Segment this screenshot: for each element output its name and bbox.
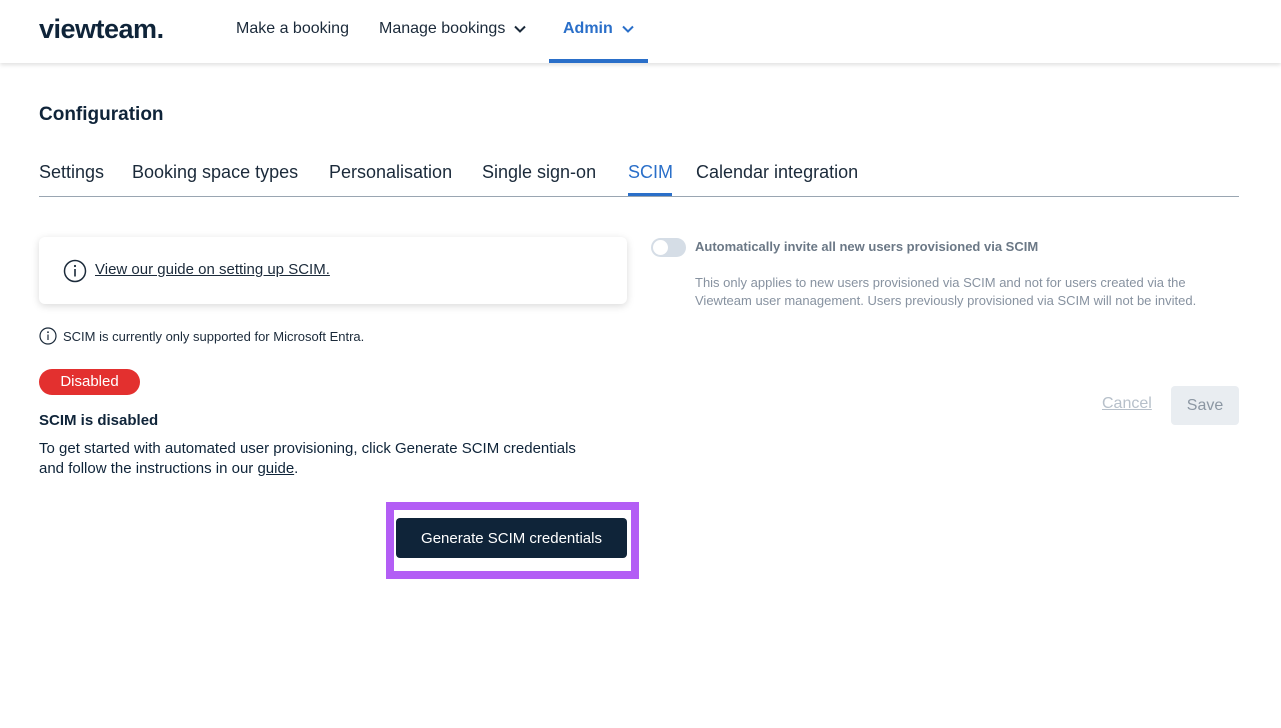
auto-invite-label: Automatically invite all new users provi… [695,239,1039,254]
scim-support-note-text: SCIM is currently only supported for Mic… [63,328,365,344]
chevron-down-icon [514,25,527,33]
scim-support-note: SCIM is currently only supported for Mic… [39,327,364,345]
scim-status-description-end: . [294,460,299,477]
top-navigation-bar: viewteam. Make a booking Manage bookings… [0,0,1281,63]
scim-status-description-text: To get started with automated user provi… [39,440,576,477]
nav-manage-bookings[interactable]: Manage bookings [379,20,527,38]
generate-scim-credentials-button[interactable]: Generate SCIM credentials [396,518,627,558]
scim-guide-card: View our guide on setting up SCIM. [39,237,627,304]
status-badge: Disabled [39,369,140,395]
cancel-button[interactable]: Cancel [1102,395,1152,413]
active-tab-indicator [628,193,672,196]
tab-calendar-integration[interactable]: Calendar integration [696,162,858,183]
nav-make-a-booking-label: Make a booking [236,20,349,37]
tab-booking-space-types[interactable]: Booking space types [132,162,298,183]
active-nav-indicator [549,59,648,63]
tab-personalisation[interactable]: Personalisation [329,162,452,183]
scim-status-title: SCIM is disabled [39,412,159,429]
scim-guide-link[interactable]: View our guide on setting up SCIM. [95,261,330,278]
nav-make-a-booking[interactable]: Make a booking [236,20,349,38]
configuration-tabs: Settings Booking space types Personalisa… [39,162,1239,197]
tab-settings[interactable]: Settings [39,162,104,183]
toggle-knob [653,240,668,255]
tab-scim[interactable]: SCIM [628,162,673,183]
auto-invite-help-text: This only applies to new users provision… [695,275,1197,308]
nav-manage-bookings-label: Manage bookings [379,20,506,37]
info-icon [39,327,57,345]
scim-status-description: To get started with automated user provi… [39,439,599,479]
nav-admin-label: Admin [563,20,613,37]
nav-admin[interactable]: Admin [563,20,635,38]
info-icon [63,259,87,283]
page-title: Configuration [39,104,164,125]
scim-guide-inline-link[interactable]: guide [257,460,294,477]
save-button[interactable]: Save [1171,386,1239,425]
chevron-down-icon [622,25,634,33]
viewteam-logo[interactable]: viewteam. [39,14,164,45]
tab-single-sign-on[interactable]: Single sign-on [482,162,596,183]
auto-invite-toggle[interactable] [651,238,686,257]
